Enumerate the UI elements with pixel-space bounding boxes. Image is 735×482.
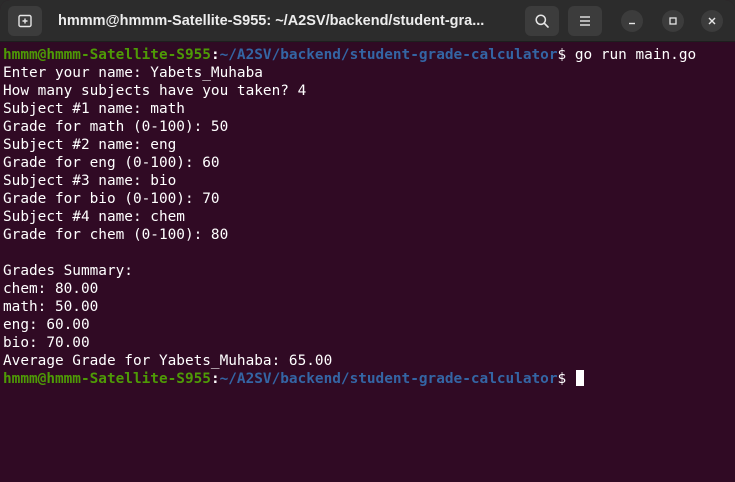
output-line: Subject #3 name: bio — [3, 173, 177, 189]
minimize-icon — [627, 16, 637, 26]
prompt-path: ~/A2SV/backend/student-grade-calculator — [219, 371, 558, 387]
output-line: How many subjects have you taken? 4 — [3, 83, 307, 99]
output-line: Grade for chem (0-100): 80 — [3, 227, 229, 243]
close-icon — [707, 16, 717, 26]
search-button[interactable] — [525, 6, 559, 36]
new-tab-icon — [17, 13, 33, 29]
search-icon — [534, 13, 550, 29]
new-tab-button[interactable] — [8, 6, 42, 36]
prompt-user-host: hmmm@hmmm-Satellite-S955 — [3, 371, 211, 387]
prompt-separator: : — [210, 47, 220, 63]
output-line: bio: 70.00 — [3, 335, 90, 351]
hamburger-menu-icon — [577, 13, 593, 29]
output-line: Grade for eng (0-100): 60 — [3, 155, 220, 171]
minimize-button[interactable] — [621, 10, 643, 32]
output-line-blank — [3, 244, 735, 262]
window-title: hmmm@hmmm-Satellite-S955: ~/A2SV/backend… — [58, 13, 485, 29]
menu-button[interactable] — [568, 6, 602, 36]
prompt-user-host: hmmm@hmmm-Satellite-S955 — [3, 47, 211, 63]
title-bar: hmmm@hmmm-Satellite-S955: ~/A2SV/backend… — [0, 0, 735, 42]
output-line: Grades Summary: — [3, 263, 133, 279]
text-cursor — [575, 370, 584, 386]
command-line: hmmm@hmmm-Satellite-S955:~/A2SV/backend/… — [3, 46, 735, 64]
output-line: math: 50.00 — [3, 299, 99, 315]
output-line: Subject #4 name: chem — [3, 209, 185, 225]
prompt-separator: : — [210, 371, 220, 387]
output-line: Subject #2 name: eng — [3, 137, 177, 153]
close-button[interactable] — [701, 10, 723, 32]
maximize-icon — [668, 16, 678, 26]
output-line: Grade for bio (0-100): 70 — [3, 191, 220, 207]
output-line: Enter your name: Yabets_Muhaba — [3, 65, 263, 81]
maximize-button[interactable] — [662, 10, 684, 32]
output-line: chem: 80.00 — [3, 281, 99, 297]
output-line: eng: 60.00 — [3, 317, 90, 333]
terminal-window: hmmm@hmmm-Satellite-S955: ~/A2SV/backend… — [0, 0, 735, 482]
prompt-path: ~/A2SV/backend/student-grade-calculator — [219, 47, 558, 63]
output-line: Subject #1 name: math — [3, 101, 185, 117]
command-text: go run main.go — [566, 47, 697, 63]
output-line: Grade for math (0-100): 50 — [3, 119, 229, 135]
terminal-output-area[interactable]: hmmm@hmmm-Satellite-S955:~/A2SV/backend/… — [3, 46, 735, 482]
active-prompt-line: hmmm@hmmm-Satellite-S955:~/A2SV/backend/… — [3, 370, 735, 388]
prompt-symbol: $ — [557, 371, 567, 387]
output-line: Average Grade for Yabets_Muhaba: 65.00 — [3, 353, 333, 369]
prompt-symbol: $ — [557, 47, 567, 63]
